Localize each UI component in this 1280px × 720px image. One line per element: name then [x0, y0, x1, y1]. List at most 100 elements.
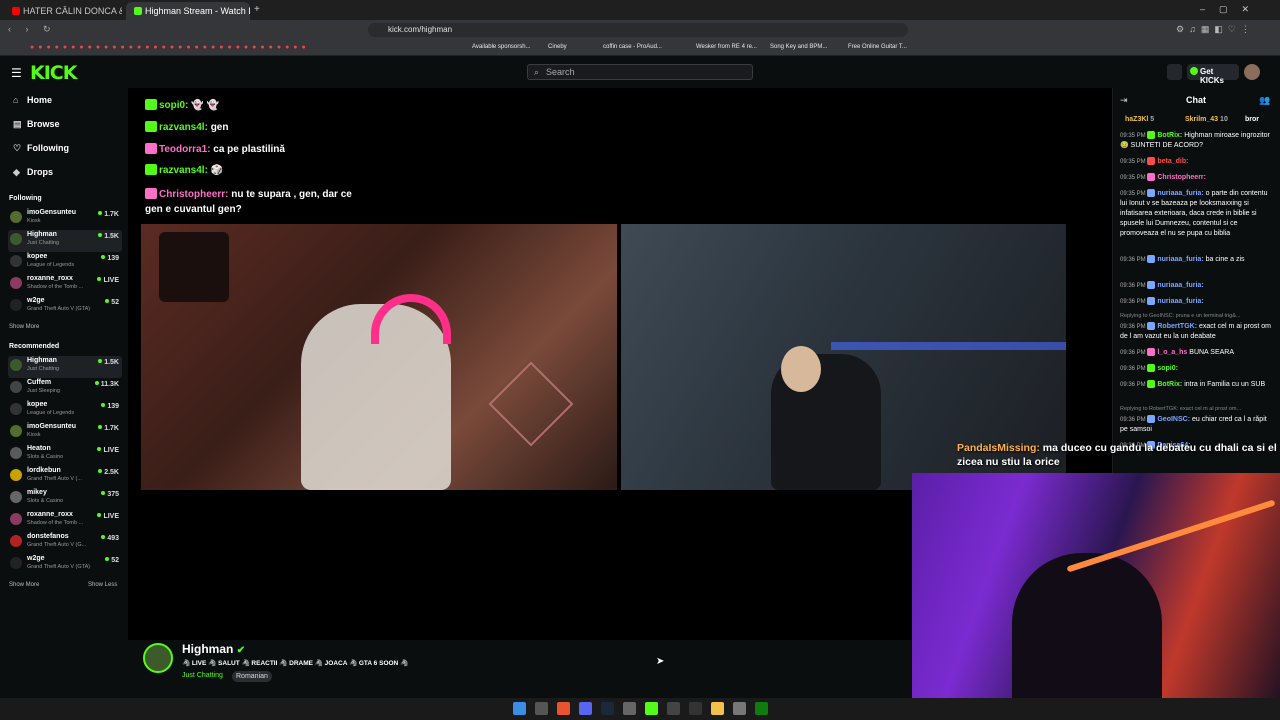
chat-username[interactable]: Christopheerr: [1157, 174, 1206, 181]
chat-username[interactable]: beta_dib: [1157, 158, 1188, 165]
channel-category: League of Legends [27, 410, 75, 416]
search-icon[interactable] [535, 702, 548, 715]
reply-context: Replying to GeoINSC: pruna e un terminal… [1120, 313, 1241, 319]
gifter-item[interactable]: Skrilm_43 10 [1185, 116, 1228, 123]
bookmark-item[interactable]: Free Online Guitar T... [848, 44, 907, 50]
show-more-link[interactable]: Show More [9, 582, 39, 588]
menu-icon[interactable]: ☰ [11, 66, 22, 80]
nav-home[interactable]: ⌂ Home [13, 95, 52, 105]
show-less-link[interactable]: Show Less [88, 582, 117, 588]
browser-tab-active[interactable]: Highman Stream - Watch Live [126, 2, 250, 20]
kick-icon[interactable] [645, 702, 658, 715]
chat-timestamp: 09:35 PM [1120, 133, 1148, 139]
nav-following[interactable]: ♡ Following [13, 143, 69, 154]
app-icon[interactable] [623, 702, 636, 715]
overlay-chat-text: nu te supara , gen, dar ce [231, 189, 352, 200]
settings-icon[interactable] [733, 702, 746, 715]
bookmark-item[interactable]: Wesker from RE 4 re... [696, 44, 757, 50]
channel-avatar [10, 513, 22, 525]
chat-username[interactable]: sopi0: [1157, 365, 1178, 372]
channel-avatar [10, 255, 22, 267]
user-badge-icon [1147, 131, 1156, 139]
bookmark-item[interactable]: Available sponsorsh... [472, 44, 531, 50]
nav-arrows[interactable]: ‹ › ↻ [8, 24, 57, 35]
channel-name: imoGensunteu [27, 423, 77, 430]
sidebar-channel[interactable]: roxanne_roxx Shadow of the Tomb ... LIVE [8, 510, 122, 532]
bookmark-favicons[interactable]: ●●●●●●●●●●●●●●●●●●●●●●●●●●●●●●●●●● [30, 44, 310, 51]
sidebar-channel[interactable]: imoGensunteu Kiosk 1.7K [8, 208, 122, 230]
sidebar-channel[interactable]: kopee League of Legends 139 [8, 400, 122, 422]
discord-icon[interactable] [579, 702, 592, 715]
channel-category: Kiosk [27, 218, 41, 224]
new-tab-button[interactable]: + [254, 4, 260, 15]
chat-username[interactable]: GeoINSC: [1157, 416, 1190, 423]
streamer-avatar[interactable] [143, 643, 173, 673]
language-tag[interactable]: Romanian [232, 671, 272, 682]
sidebar-channel[interactable]: Cuffem Just Sleeping 11.3K [8, 378, 122, 400]
folder-icon[interactable] [711, 702, 724, 715]
chat-username[interactable]: RobertTGK: [1157, 323, 1197, 330]
streamer-name[interactable]: Highman ✔ [182, 642, 245, 656]
stream-category[interactable]: Just Chatting [182, 672, 223, 679]
window-controls[interactable]: –▢✕ [1200, 4, 1263, 15]
app-icon[interactable] [667, 702, 680, 715]
sidebar-channel[interactable]: w2ge Grand Theft Auto V (GTA) 52 [8, 296, 122, 318]
viewer-count: LIVE [97, 277, 119, 284]
gifter-item[interactable]: haZ3Kl 5 [1125, 116, 1154, 123]
nav-browse[interactable]: ▤ Browse [13, 119, 60, 130]
sidebar-channel[interactable]: donstefanos Grand Theft Auto V (G... 493 [8, 532, 122, 554]
overlay-chat-line: gen e cuvantul gen? [145, 204, 242, 215]
toolbar-icons[interactable]: ⚙♫▦◧♡⋮ [1176, 24, 1255, 35]
windows-start-icon[interactable] [513, 702, 526, 715]
sidebar-channel[interactable]: Heaton Slots & Casino LIVE [8, 444, 122, 466]
channel-avatar [10, 381, 22, 393]
xbox-icon[interactable] [755, 702, 768, 715]
bookmark-item[interactable]: Song Key and BPM... [770, 44, 827, 50]
sidebar-channel[interactable]: imoGensunteu Kiosk 1.7K [8, 422, 122, 444]
chat-username[interactable]: nuriaaa_furia: [1157, 298, 1203, 305]
chat-username[interactable]: nuriaaa_furia: [1157, 190, 1203, 197]
channel-name: Highman [27, 357, 57, 364]
browse-icon: ▤ [13, 119, 22, 129]
webcam-overlay [912, 473, 1280, 720]
sidebar-channel[interactable]: mikey Slots & Casino 375 [8, 488, 122, 510]
chat-username[interactable]: BotRix: [1157, 132, 1182, 139]
search-input[interactable]: ⌕ Search [527, 64, 753, 80]
collapse-chat-icon[interactable]: ⇥ [1120, 95, 1128, 106]
chat-timestamp: 09:36 PM [1120, 417, 1148, 423]
sidebar-channel[interactable]: Highman Just Chatting 1.5K [8, 230, 122, 252]
sidebar-channel[interactable]: roxanne_roxx Shadow of the Tomb ... LIVE [8, 274, 122, 296]
steam-icon[interactable] [601, 702, 614, 715]
channel-category: Grand Theft Auto V (GTA) [27, 306, 91, 312]
neon-light [1066, 499, 1276, 573]
chat-username[interactable]: l_o_a_hs [1157, 349, 1187, 356]
gifter-item[interactable]: bror [1245, 116, 1259, 123]
nav-drops[interactable]: ◆ Drops [13, 167, 53, 178]
user-badge-icon [1147, 157, 1156, 165]
sidebar-channel[interactable]: kopee League of Legends 139 [8, 252, 122, 274]
chat-users-icon[interactable]: 👥 [1259, 95, 1270, 106]
heart-icon: ♡ [13, 143, 22, 153]
kick-coin-icon [1190, 67, 1198, 75]
show-more-link[interactable]: Show More [9, 324, 39, 330]
capcut-icon[interactable] [689, 702, 702, 715]
chat-username[interactable]: nuriaaa_furia: [1157, 256, 1203, 263]
channel-avatar [10, 557, 22, 569]
bookmark-item[interactable]: Cineby [548, 44, 567, 50]
browser-tab[interactable]: HATER CĂLIN DONCA & LĂDIȚERII [4, 2, 122, 20]
kick-logo[interactable]: KICK [30, 62, 77, 84]
channel-name: kopee [27, 253, 48, 260]
channel-category: Shadow of the Tomb ... [27, 520, 84, 526]
clips-button[interactable] [1167, 64, 1182, 80]
user-avatar[interactable] [1244, 64, 1260, 80]
get-kicks-button[interactable]: Get KICKs [1187, 64, 1239, 85]
sidebar-channel[interactable]: w2ge Grand Theft Auto V (GTA) 52 [8, 554, 122, 576]
chat-username[interactable]: nuriaaa_furia: [1157, 282, 1203, 289]
overlay-chat-user: Christopheerr: [159, 189, 229, 200]
address-bar[interactable]: kick.com/highman [368, 23, 908, 37]
bookmark-item[interactable]: coffin case - ProAud... [603, 44, 662, 50]
chat-username[interactable]: BotRix: [1157, 381, 1182, 388]
sidebar-channel[interactable]: Highman Just Chatting 1.5K [8, 356, 122, 378]
sidebar-channel[interactable]: lordkebun Grand Theft Auto V (... 2.5K [8, 466, 122, 488]
browser-icon[interactable] [557, 702, 570, 715]
